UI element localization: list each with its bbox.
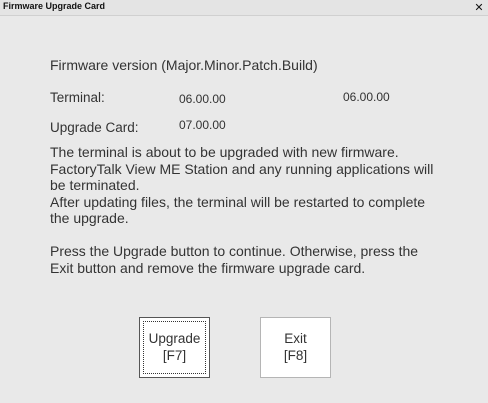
upgrade-card-version-value: 07.00.00 [179, 118, 226, 132]
close-icon[interactable]: ✕ [473, 0, 485, 15]
upgrade-button-label: Upgrade [148, 331, 201, 346]
message-line: FactoryTalk View ME Station and any runn… [50, 160, 434, 177]
terminal-version-value-secondary: 06.00.00 [343, 90, 390, 104]
firmware-upgrade-dialog: Firmware Upgrade Card ✕ Firmware version… [0, 0, 488, 403]
message-line: The terminal is about to be upgraded wit… [50, 144, 399, 160]
message-line: Exit button and remove the firmware upgr… [50, 259, 366, 276]
message-line: After updating files, the terminal will … [50, 193, 426, 210]
terminal-label: Terminal: [50, 90, 105, 105]
exit-button-label: Exit [284, 331, 307, 346]
exit-button-shortcut: [F8] [283, 348, 308, 363]
title-bar: Firmware Upgrade Card ✕ [0, 0, 488, 16]
terminal-version-value: 06.00.00 [179, 92, 226, 106]
message-line: be terminated. [50, 177, 140, 193]
upgrade-card-label: Upgrade Card: [50, 120, 139, 135]
upgrade-button[interactable]: Upgrade [F7] [139, 317, 210, 378]
firmware-version-heading: Firmware version (Major.Minor.Patch.Buil… [50, 57, 318, 73]
upgrade-message: The terminal is about to be upgraded wit… [50, 144, 470, 276]
message-line: Press the Upgrade button to continue. Ot… [50, 243, 419, 259]
exit-button[interactable]: Exit [F8] [260, 317, 331, 378]
upgrade-button-shortcut: [F7] [162, 348, 187, 363]
message-line: the upgrade. [50, 210, 129, 226]
dialog-body: Firmware version (Major.Minor.Patch.Buil… [0, 16, 488, 403]
window-title: Firmware Upgrade Card [3, 1, 106, 11]
